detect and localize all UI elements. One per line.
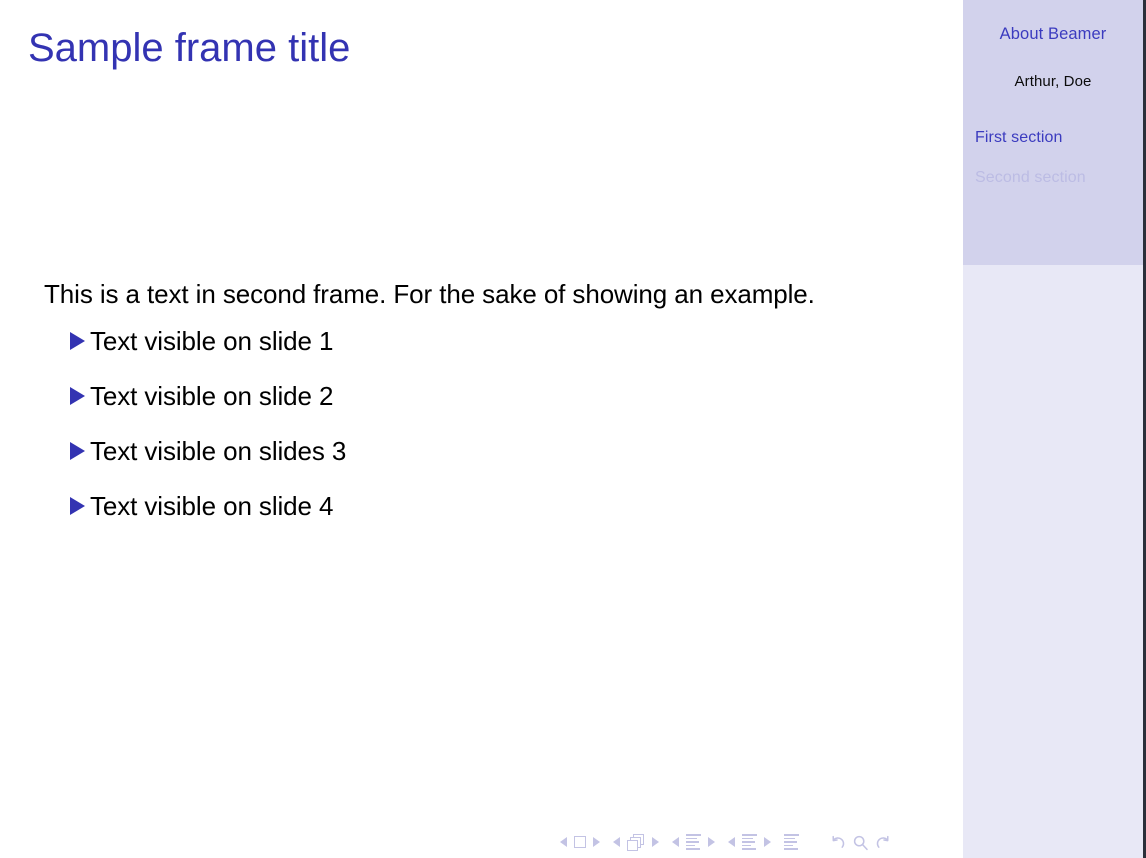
list-item: Text visible on slide 1 — [44, 328, 889, 354]
triangle-right-icon — [70, 442, 85, 461]
triangle-right-icon — [70, 332, 85, 351]
triangle-right-icon — [70, 387, 85, 406]
sidebar-item-first-section[interactable]: First section — [975, 130, 1143, 146]
document-navigation[interactable] — [829, 834, 892, 851]
document-lines-icon[interactable] — [784, 834, 799, 850]
sidebar: About Beamer Arthur, Doe First section S… — [963, 0, 1143, 858]
list-item-label: Text visible on slide 1 — [90, 326, 334, 357]
bullet-list: Text visible on slide 1 Text visible on … — [44, 328, 889, 519]
list-item-label: Text visible on slides 3 — [90, 436, 347, 467]
slide-navigation[interactable] — [560, 836, 600, 848]
triangle-right-icon — [70, 497, 85, 516]
list-item-label: Text visible on slide 4 — [90, 491, 334, 522]
stacked-squares-icon[interactable] — [627, 834, 645, 851]
list-item: Text visible on slides 3 — [44, 438, 889, 464]
next-slide-icon[interactable] — [593, 837, 600, 847]
frame-title: Sample frame title — [28, 26, 351, 70]
body-paragraph: This is a text in second frame. For the … — [44, 279, 815, 309]
beamer-slide: Sample frame title This is a text in sec… — [0, 0, 1146, 858]
frame-body: This is a text in second frame. For the … — [44, 274, 889, 548]
search-icon[interactable] — [852, 834, 869, 851]
frame-navigation[interactable] — [613, 834, 659, 851]
section-navigation[interactable] — [728, 834, 771, 850]
sidebar-author: Arthur, Doe — [1014, 73, 1092, 90]
list-item: Text visible on slide 4 — [44, 493, 889, 519]
subsection-navigation[interactable] — [672, 834, 715, 850]
forward-icon[interactable] — [875, 834, 892, 851]
previous-slide-icon[interactable] — [560, 837, 567, 847]
square-icon[interactable] — [574, 836, 586, 848]
next-subsection-icon[interactable] — [708, 837, 715, 847]
next-section-icon[interactable] — [764, 837, 771, 847]
lines-icon[interactable] — [742, 834, 757, 850]
sidebar-presentation-title[interactable]: About Beamer — [963, 25, 1143, 44]
navigation-symbols[interactable] — [560, 831, 892, 853]
sidebar-section-list: First section Second section — [975, 130, 1143, 210]
next-frame-icon[interactable] — [652, 837, 659, 847]
list-item-label: Text visible on slide 2 — [90, 381, 334, 412]
list-item: Text visible on slide 2 — [44, 383, 889, 409]
previous-subsection-icon[interactable] — [672, 837, 679, 847]
back-icon[interactable] — [829, 834, 846, 851]
lines-icon[interactable] — [686, 834, 701, 850]
previous-section-icon[interactable] — [728, 837, 735, 847]
previous-frame-icon[interactable] — [613, 837, 620, 847]
sidebar-item-second-section[interactable]: Second section — [975, 170, 1143, 186]
